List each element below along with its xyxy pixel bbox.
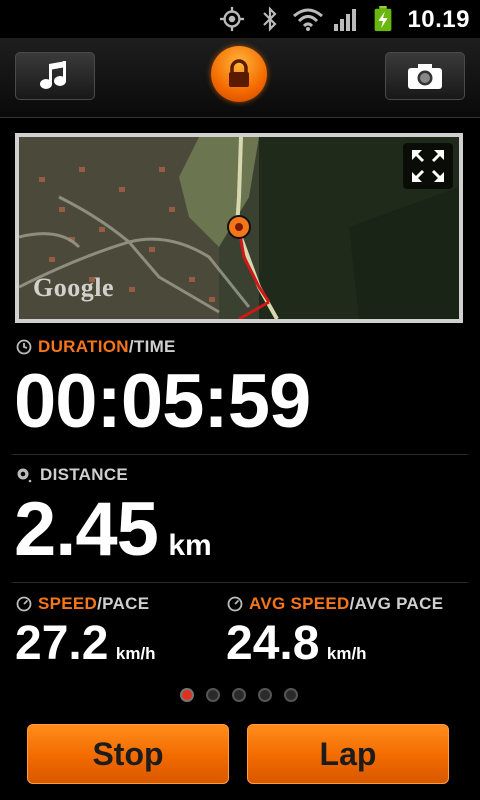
lock-button[interactable] [211, 46, 267, 102]
lock-icon [229, 59, 249, 87]
signal-icon [334, 9, 356, 31]
clock-icon [16, 339, 32, 355]
distance-readout: 2.45 km [14, 488, 212, 572]
avg-speed-label-primary: AVG SPEED [249, 594, 350, 613]
camera-button[interactable] [385, 52, 465, 100]
lap-button[interactable]: Lap [247, 724, 449, 784]
avg-speed-readout: 24.8 km/h [226, 615, 367, 673]
page-dot[interactable] [206, 688, 220, 702]
speedometer-icon [227, 596, 243, 612]
divider [12, 454, 468, 455]
camera-icon [408, 64, 442, 89]
distance-unit: km [168, 529, 212, 562]
wifi-icon [293, 8, 323, 31]
distance-value: 2.45 [14, 487, 159, 572]
avg-speed-label: AVG SPEED/AVG PACE [249, 594, 443, 614]
speed-label-secondary: /PACE [97, 594, 150, 613]
avg-speed-label-secondary: /AVG PACE [349, 594, 444, 613]
status-bar: 10.19 [0, 0, 480, 38]
bluetooth-icon [263, 6, 277, 32]
speed-label: SPEED/PACE [38, 594, 149, 614]
avg-speed-unit: km/h [326, 644, 367, 663]
speed-unit: km/h [115, 644, 156, 663]
google-logo: Google [33, 273, 114, 302]
stop-button[interactable]: Stop [27, 724, 229, 784]
page-dot[interactable] [258, 688, 272, 702]
avg-speed-value: 24.8 [226, 617, 320, 670]
speedometer-icon [16, 596, 32, 612]
distance-label: DISTANCE [40, 465, 129, 484]
distance-icon [17, 468, 32, 483]
clock: 10.19 [407, 6, 470, 33]
gps-icon [219, 6, 245, 32]
toolbar [0, 38, 480, 118]
music-note-icon [40, 61, 66, 89]
expand-icon [412, 150, 444, 182]
duration-label: DURATION/TIME [38, 337, 176, 357]
music-button[interactable] [15, 52, 95, 100]
page-dot[interactable] [232, 688, 246, 702]
duration-label-primary: DURATION [38, 337, 129, 356]
speed-value: 27.2 [15, 617, 109, 670]
speed-readout: 27.2 km/h [15, 615, 156, 673]
duration-label-secondary: /TIME [128, 337, 176, 356]
page-dot[interactable] [284, 688, 298, 702]
divider [12, 582, 468, 583]
battery-charging-icon [374, 6, 392, 32]
expand-map-button[interactable] [403, 143, 453, 189]
speed-label-primary: SPEED [38, 594, 98, 613]
page-dot-active[interactable] [180, 688, 194, 702]
map-view[interactable]: Google [15, 133, 463, 323]
duration-value: 00:05:59 [14, 359, 311, 444]
